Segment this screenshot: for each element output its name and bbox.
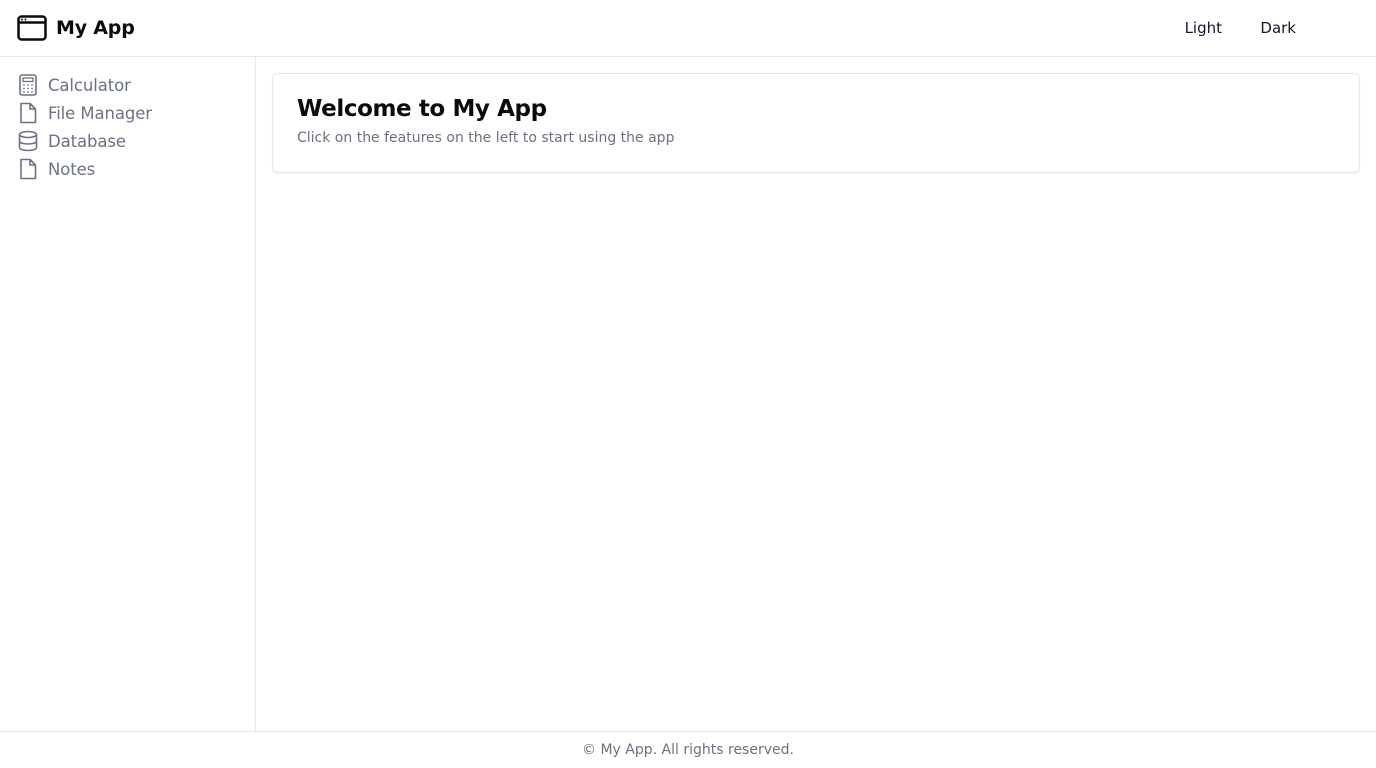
- sidebar-item-database[interactable]: Database: [17, 127, 237, 155]
- file-icon: [20, 158, 37, 180]
- sidebar-item-file-manager[interactable]: File Manager: [17, 99, 237, 127]
- brand[interactable]: My App: [17, 15, 135, 41]
- database-icon: [18, 130, 38, 152]
- file-icon: [20, 102, 37, 124]
- copyright-text: © My App. All rights reserved.: [582, 742, 794, 758]
- sidebar-item-label: Database: [48, 131, 126, 151]
- sidebar-item-label: Calculator: [48, 75, 131, 95]
- sidebar-item-calculator[interactable]: Calculator: [17, 71, 237, 99]
- welcome-card: Welcome to My App Click on the features …: [272, 73, 1360, 173]
- sidebar-item-label: File Manager: [48, 103, 152, 123]
- app-footer: © My App. All rights reserved.: [0, 731, 1376, 768]
- main-content: Welcome to My App Click on the features …: [256, 57, 1376, 732]
- page-title: Welcome to My App: [297, 96, 547, 122]
- theme-light-button[interactable]: Light: [1185, 18, 1222, 38]
- sidebar: Calculator File Manager Database Notes: [0, 57, 256, 732]
- theme-dark-button[interactable]: Dark: [1260, 18, 1296, 38]
- page-subtitle: Click on the features on the left to sta…: [297, 130, 675, 146]
- sidebar-item-notes[interactable]: Notes: [17, 155, 237, 183]
- app-window-icon: [17, 15, 47, 41]
- calculator-icon: [19, 74, 37, 96]
- app-header: My App Light Dark: [0, 0, 1376, 57]
- sidebar-item-label: Notes: [48, 159, 96, 179]
- app-title: My App: [56, 17, 135, 39]
